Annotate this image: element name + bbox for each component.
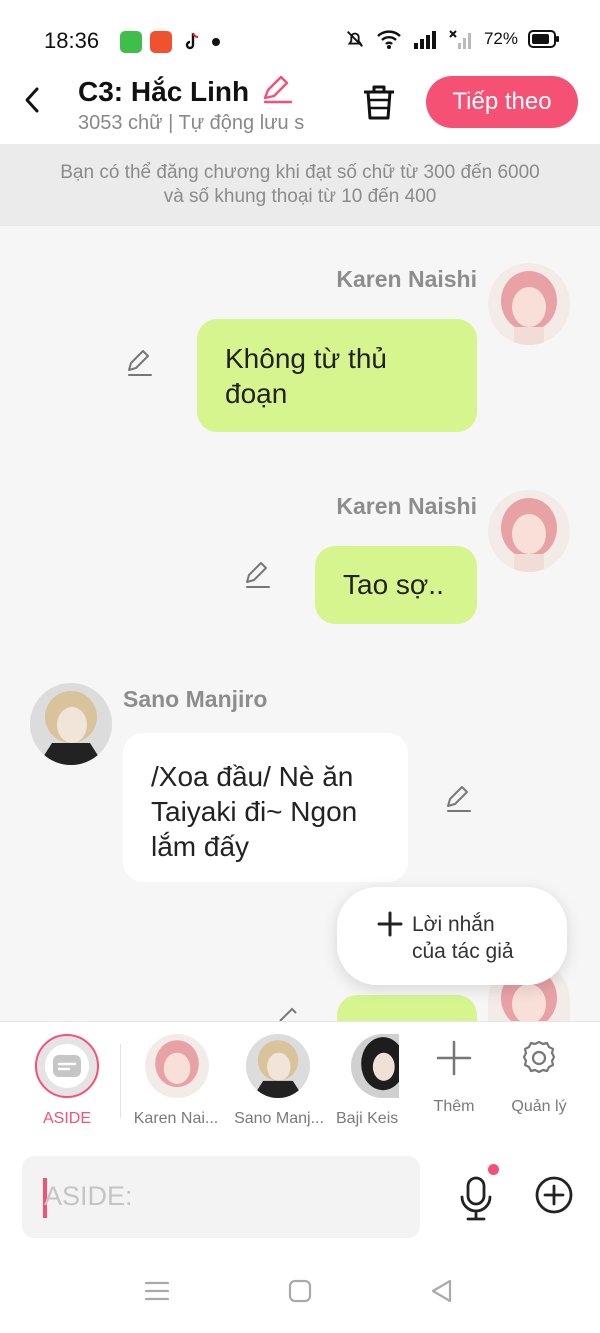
back-arrow-icon[interactable]	[18, 85, 48, 115]
avatar-sano[interactable]	[30, 683, 112, 765]
speaker-name: Sano Manjiro	[123, 686, 268, 712]
message-bubble[interactable]: Tao sợ..	[315, 546, 477, 624]
input-area: ASIDE:	[0, 1143, 600, 1253]
bell-muted-icon	[346, 31, 363, 47]
manage-label[interactable]: Quản lý	[500, 1098, 578, 1116]
add-character-label[interactable]: Thêm	[418, 1098, 490, 1116]
app-notification-icon	[120, 31, 142, 53]
word-count-autosave: 3053 chữ | Tự động lưu s	[78, 112, 305, 134]
more-dot-icon	[212, 38, 220, 46]
character-baji-label: Baji Keis	[336, 1110, 398, 1127]
back-nav-icon[interactable]	[428, 1278, 454, 1304]
publish-notice-text: Bạn có thể đăng chương khi đạt số chữ từ…	[60, 162, 540, 207]
microphone-icon[interactable]	[456, 1173, 496, 1223]
author-note-line1: Lời nhắn	[412, 913, 495, 936]
header: C3: Hắc Linh 3053 chữ | Tự động lưu s Ti…	[0, 70, 600, 144]
system-nav-bar	[0, 1253, 600, 1333]
baji-avatar-image	[351, 1034, 399, 1098]
sano-avatar-image	[246, 1034, 310, 1098]
status-right: 72%	[344, 28, 560, 50]
author-note-line2: của tác giả	[412, 940, 514, 963]
message-bubble[interactable]: Không từ thủ đoạn	[197, 319, 477, 432]
notification-dot	[488, 1164, 499, 1175]
home-icon[interactable]	[287, 1278, 313, 1304]
tiktok-icon	[185, 32, 199, 50]
sano-avatar-image	[30, 683, 112, 765]
aside-icon-bg	[45, 1044, 89, 1088]
message-bubble-partial[interactable]	[337, 995, 477, 1021]
status-time: 18:36	[44, 28, 100, 53]
speaker-name: Karen Naishi	[336, 493, 477, 519]
character-karen-label: Karen Nai...	[133, 1110, 219, 1127]
aside-selector[interactable]	[35, 1034, 99, 1098]
aside-label: ASIDE	[42, 1110, 91, 1127]
edit-message-icon[interactable]	[444, 784, 474, 814]
character-baji[interactable]	[351, 1034, 399, 1098]
author-note-label: Lời nhắn của tác giả	[412, 911, 514, 965]
wifi-icon	[377, 30, 401, 49]
publish-notice: Bạn có thể đăng chương khi đạt số chữ từ…	[0, 144, 600, 226]
karen-avatar-image	[488, 263, 570, 345]
edit-message-icon-partial[interactable]	[272, 1005, 298, 1021]
divider	[120, 1044, 121, 1118]
battery-icon	[528, 30, 559, 48]
add-circle-icon[interactable]	[534, 1175, 574, 1215]
add-character-icon[interactable]	[436, 1040, 472, 1076]
status-bar: 18:36 72%	[0, 0, 600, 70]
character-sano[interactable]	[246, 1034, 310, 1098]
menu-icon[interactable]	[144, 1278, 170, 1304]
message-input-box[interactable]: ASIDE:	[22, 1156, 420, 1238]
author-note-popup[interactable]: Lời nhắn của tác giả	[337, 887, 567, 985]
speaker-name: Karen Naishi	[336, 266, 477, 292]
gear-icon[interactable]	[519, 1038, 559, 1078]
avatar-karen[interactable]	[488, 263, 570, 345]
trash-icon[interactable]	[360, 82, 398, 122]
edit-title-icon[interactable]	[261, 74, 295, 104]
chapter-title-text: C3: Hắc Linh	[78, 76, 250, 107]
character-bar: ASIDE Karen Nai... Sano Manj... Baji Kei…	[0, 1021, 600, 1145]
message-input-placeholder: ASIDE:	[44, 1181, 133, 1211]
edit-message-icon[interactable]	[125, 348, 155, 378]
message-bubble[interactable]: /Xoa đầu/ Nè ăn Taiyaki đi~ Ngon lắm đấy	[123, 733, 408, 882]
status-app-icons	[120, 30, 220, 54]
battery-percent: 72%	[483, 29, 518, 48]
signal-2-icon	[449, 30, 471, 49]
karen-avatar-image	[488, 490, 570, 572]
app-notification-icon	[150, 31, 172, 53]
karen-avatar-image	[145, 1034, 209, 1098]
next-button[interactable]: Tiếp theo	[426, 76, 578, 128]
aside-icon	[53, 1055, 81, 1077]
edit-message-icon[interactable]	[243, 560, 273, 590]
plus-icon	[377, 911, 403, 937]
signal-icon	[413, 31, 436, 49]
chapter-title[interactable]: C3: Hắc Linh	[78, 74, 295, 108]
avatar-karen[interactable]	[488, 490, 570, 572]
character-sano-label: Sano Manj...	[234, 1110, 324, 1127]
character-karen[interactable]	[145, 1034, 209, 1098]
